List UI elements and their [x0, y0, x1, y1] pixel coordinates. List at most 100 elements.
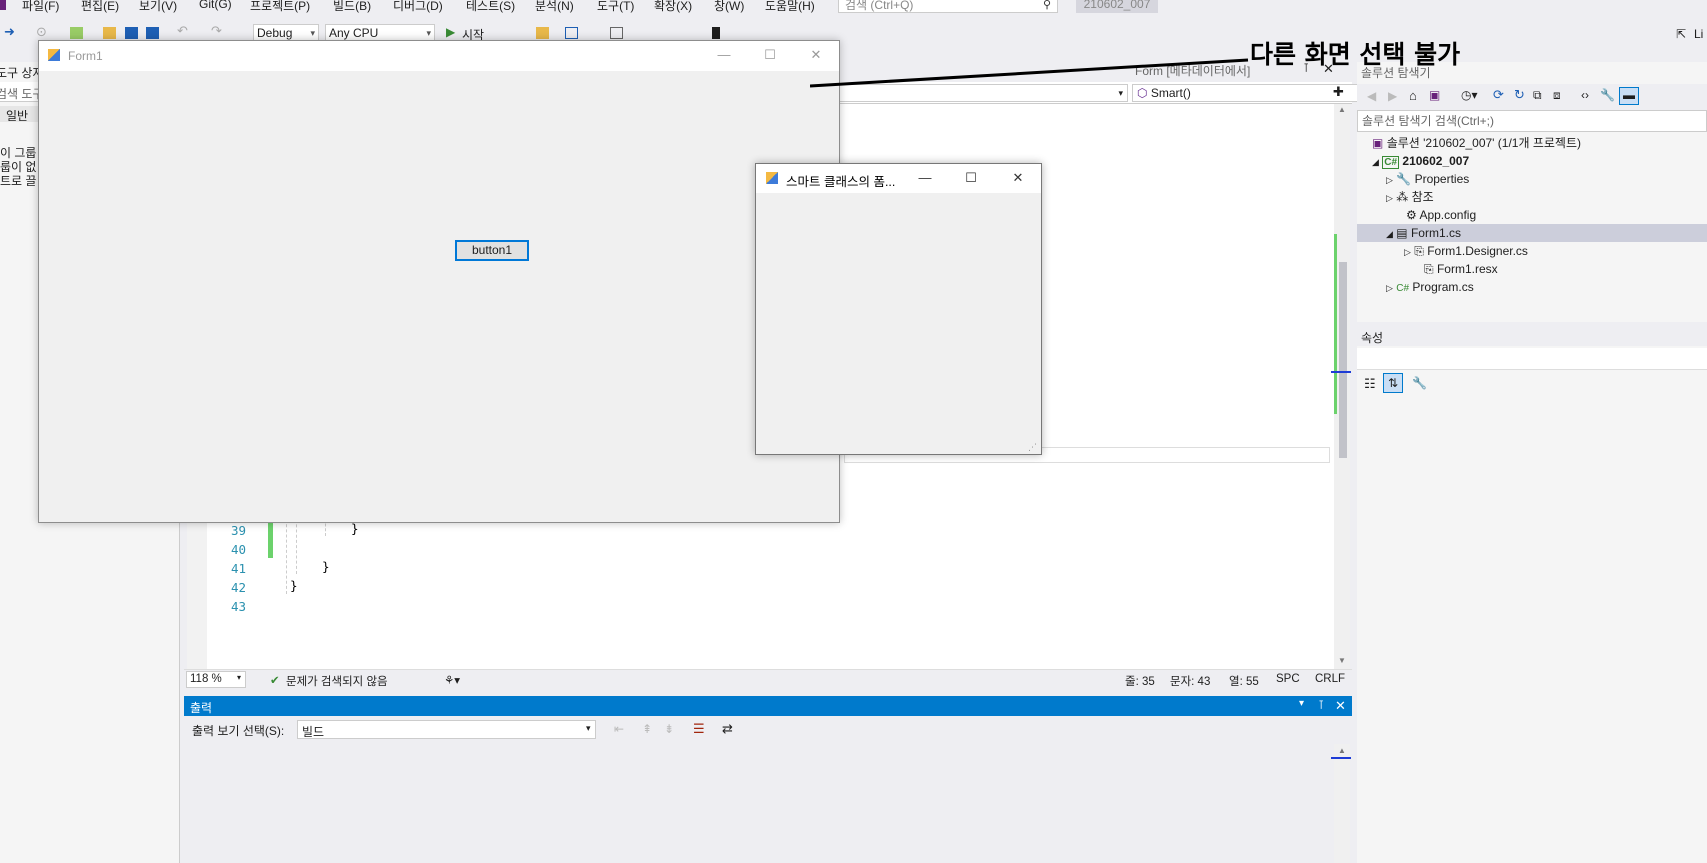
bookmark-icon[interactable] — [712, 27, 720, 39]
spc-indicator[interactable]: SPC — [1276, 673, 1300, 685]
tree-item-solution[interactable]: ▣ 솔루션 '210602_007' (1/1개 프로젝트) — [1372, 134, 1581, 152]
tree-item-form1[interactable]: ◢ ▤ Form1.cs — [1386, 224, 1461, 242]
start-icon[interactable]: ▶ — [446, 25, 459, 39]
line-number: 43 — [230, 599, 246, 614]
menu-project[interactable]: 프로젝트(P) — [250, 0, 310, 14]
tree-item-form1-designer[interactable]: ▷ ⎘ Form1.Designer.cs — [1404, 242, 1528, 260]
preview-selected-icon[interactable]: ▬ — [1619, 87, 1639, 105]
home-icon[interactable]: ⌂ — [1409, 88, 1417, 103]
next-message-icon[interactable]: ⇟ — [664, 722, 674, 736]
chevron-down-icon[interactable]: ▾ — [1299, 698, 1304, 709]
col-indicator: 열: 55 — [1229, 676, 1259, 688]
maximize-icon[interactable]: ☐ — [747, 41, 793, 70]
screenshot-icon[interactable] — [565, 27, 578, 39]
menu-view[interactable]: 보기(V) — [139, 0, 177, 14]
split-icon[interactable]: ✚ — [1333, 84, 1344, 100]
editor-scroll-thumb[interactable] — [1339, 262, 1347, 458]
crlf-indicator[interactable]: CRLF — [1315, 673, 1345, 685]
cursor-icon[interactable] — [610, 27, 623, 39]
back-icon[interactable]: ◀ — [1367, 89, 1376, 103]
pin-icon[interactable]: ⊺ — [1318, 698, 1324, 712]
switch-views-icon[interactable]: ▣ — [1429, 88, 1440, 102]
menu-tools[interactable]: 도구(T) — [597, 0, 634, 14]
cleanup-icon[interactable]: ⚘▾ — [444, 673, 460, 687]
view-code-icon[interactable]: ‹› — [1581, 88, 1589, 102]
new-project-icon[interactable] — [70, 27, 83, 39]
collapsed-arrow-icon: ▷ — [1386, 283, 1393, 293]
undo-icon[interactable]: ↶ — [177, 23, 190, 38]
refresh-icon[interactable]: ↻ — [1514, 87, 1525, 103]
zoom-dropdown[interactable]: 118 % ▾ — [186, 671, 246, 688]
live-share-icon[interactable]: ⇱ — [1676, 27, 1686, 41]
output-scrollbar[interactable]: ▲ — [1331, 744, 1351, 863]
form1-titlebar[interactable]: Form1 — ☐ ✕ — [39, 41, 839, 71]
open-folder-icon[interactable] — [103, 27, 116, 39]
menu-help[interactable]: 도움말(H) — [765, 0, 815, 14]
save-icon[interactable] — [125, 27, 138, 39]
prev-message-icon[interactable]: ⇞ — [642, 722, 652, 736]
tree-item-references[interactable]: ▷ ⁂ 참조 — [1386, 188, 1434, 206]
menu-extensions[interactable]: 확장(X) — [654, 0, 692, 14]
redo-icon[interactable]: ↷ — [211, 23, 224, 38]
minimize-icon[interactable]: — — [701, 41, 747, 70]
output-text-area[interactable] — [184, 744, 1334, 863]
resize-grip-icon[interactable]: ⋰ — [1028, 442, 1037, 453]
menu-test[interactable]: 테스트(S) — [466, 0, 515, 14]
tree-item-label: App.config — [1419, 208, 1477, 222]
tree-item-program[interactable]: ▷ C# Program.cs — [1386, 278, 1474, 296]
close-icon[interactable]: ✕ — [995, 164, 1041, 193]
forward-icon[interactable]: ⊙ — [36, 24, 49, 39]
search-input[interactable]: 검색 (Ctrl+Q) ⚲ — [838, 0, 1058, 13]
line-number: 40 — [230, 542, 246, 557]
solution-search-input[interactable]: 솔루션 탐색기 검색(Ctrl+;) — [1357, 110, 1707, 132]
back-icon[interactable]: ➜ — [4, 24, 17, 39]
indent-guide — [286, 514, 287, 594]
chevron-down-icon: ▾ — [237, 673, 242, 682]
menu-build[interactable]: 빌드(B) — [333, 0, 371, 14]
smart-form-window[interactable]: 스마트 클래스의 폼... — ☐ ✕ ⋰ — [755, 163, 1042, 455]
properties-object-selector[interactable] — [1357, 348, 1707, 370]
scroll-down-icon[interactable]: ▼ — [1338, 656, 1346, 665]
scroll-up-icon[interactable]: ▲ — [1338, 746, 1346, 755]
smart-form-titlebar[interactable]: 스마트 클래스의 폼... — ☐ ✕ — [756, 164, 1041, 193]
form1-window[interactable]: Form1 — ☐ ✕ button1 — [38, 40, 840, 523]
collapse-all-icon[interactable]: ⧉ — [1533, 88, 1542, 103]
scroll-up-icon[interactable]: ▲ — [1338, 105, 1346, 114]
chevron-down-icon: ▾ — [586, 723, 591, 733]
word-wrap-icon[interactable]: ⇄ — [722, 721, 733, 737]
issues-status[interactable]: 문제가 검색되지 않음 — [286, 673, 388, 689]
save-all-icon[interactable] — [146, 27, 159, 39]
references-icon: ⁂ — [1396, 190, 1409, 204]
close-icon[interactable]: ✕ — [1335, 698, 1346, 714]
tree-item-label: 솔루션 '210602_007' (1/1개 프로젝트) — [1386, 136, 1582, 150]
alphabetical-icon[interactable]: ⇅ — [1383, 373, 1403, 393]
sync-icon[interactable]: ⟳ — [1493, 87, 1504, 103]
menu-window[interactable]: 창(W) — [714, 0, 744, 14]
property-pages-icon[interactable]: 🔧 — [1412, 376, 1427, 390]
menu-file[interactable]: 파일(F) — [22, 0, 59, 14]
menu-git[interactable]: Git(G) — [199, 0, 232, 11]
toolbox-icon[interactable] — [536, 27, 549, 39]
show-all-files-icon[interactable]: ⧈ — [1553, 88, 1561, 103]
pending-changes-icon[interactable]: ◷▾ — [1461, 88, 1478, 102]
tree-item-app-config[interactable]: ⚙ App.config — [1406, 206, 1476, 224]
find-message-icon[interactable]: ⇤ — [614, 722, 624, 736]
forward-icon[interactable]: ▶ — [1388, 89, 1397, 103]
tree-item-project[interactable]: ◢ C# 210602_007 — [1372, 152, 1469, 170]
live-share-label[interactable]: Li — [1694, 27, 1703, 41]
menu-analyze[interactable]: 분석(N) — [535, 0, 574, 14]
clear-all-icon[interactable]: ☰ — [693, 721, 705, 737]
solution-explorer-toolbar: ◀ ▶ ⌂ ▣ ◷▾ ⟳ ↻ ⧉ ⧈ ‹› 🔧 ▬ — [1357, 84, 1707, 110]
annotation-arrow-line — [810, 58, 1249, 88]
wrench-icon: 🔧 — [1396, 172, 1412, 186]
properties-wrench-icon[interactable]: 🔧 — [1600, 88, 1615, 102]
button1[interactable]: button1 — [455, 240, 529, 261]
menu-edit[interactable]: 편집(E) — [81, 0, 119, 14]
minimize-icon[interactable]: — — [902, 164, 948, 193]
output-source-dropdown[interactable]: 빌드 ▾ — [297, 720, 596, 739]
menu-debug[interactable]: 디버그(D) — [393, 0, 443, 14]
tree-item-properties[interactable]: ▷ 🔧 Properties — [1386, 170, 1469, 188]
tree-item-form1-resx[interactable]: ⎘ Form1.resx — [1424, 260, 1498, 278]
maximize-icon[interactable]: ☐ — [948, 164, 994, 193]
categorized-icon[interactable]: ☷ — [1364, 376, 1376, 392]
